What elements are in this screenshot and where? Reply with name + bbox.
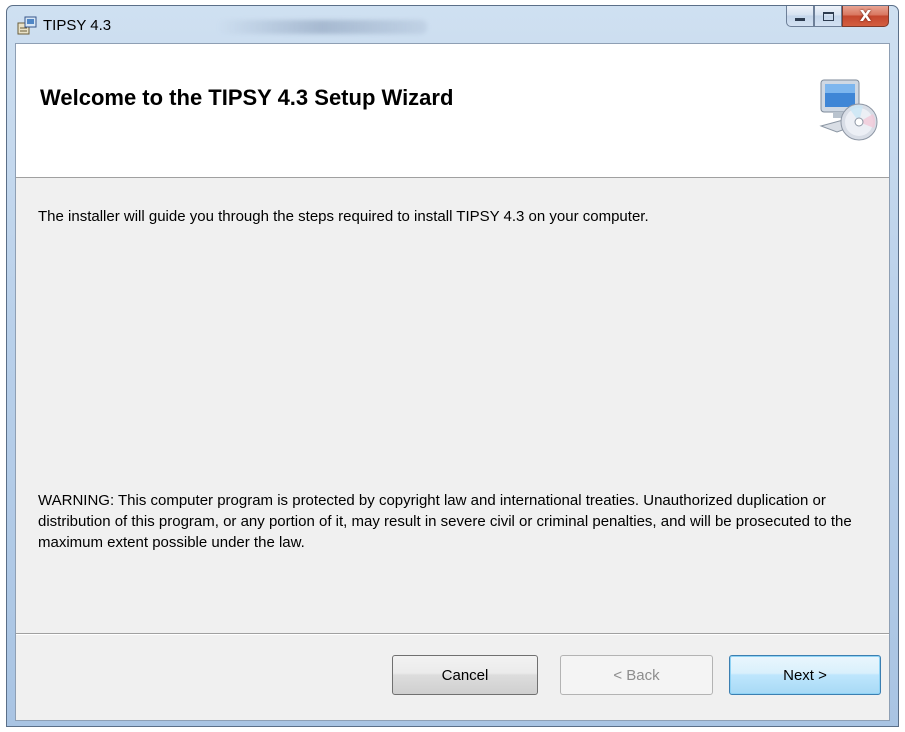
header-banner: Welcome to the TIPSY 4.3 Setup Wizard (16, 44, 889, 178)
installer-window: TIPSY 4.3 X Welcome to the TIPSY 4.3 Set… (6, 5, 899, 727)
dialog-client-area: Welcome to the TIPSY 4.3 Setup Wizard Th… (15, 43, 890, 721)
copyright-warning: WARNING: This computer program is protec… (38, 492, 852, 551)
cancel-button[interactable]: Cancel (392, 655, 538, 695)
minimize-icon (795, 18, 805, 21)
title-bar[interactable]: TIPSY 4.3 X (7, 6, 898, 44)
maximize-icon (822, 11, 834, 21)
maximize-button[interactable] (814, 6, 842, 27)
back-button[interactable]: < Back (560, 655, 713, 695)
next-button[interactable]: Next > (729, 655, 881, 695)
background-window-blur (217, 20, 427, 34)
minimize-button[interactable] (786, 6, 814, 27)
window-title: TIPSY 4.3 (43, 17, 112, 34)
footer-separator (16, 633, 889, 635)
close-button[interactable]: X (842, 6, 889, 27)
computer-cd-icon (819, 79, 878, 141)
intro-text: The installer will guide you through the… (38, 208, 649, 225)
caption-buttons: X (786, 6, 889, 28)
page-title: Welcome to the TIPSY 4.3 Setup Wizard (40, 85, 454, 110)
close-icon: X (859, 7, 872, 25)
installer-app-icon (17, 16, 37, 35)
